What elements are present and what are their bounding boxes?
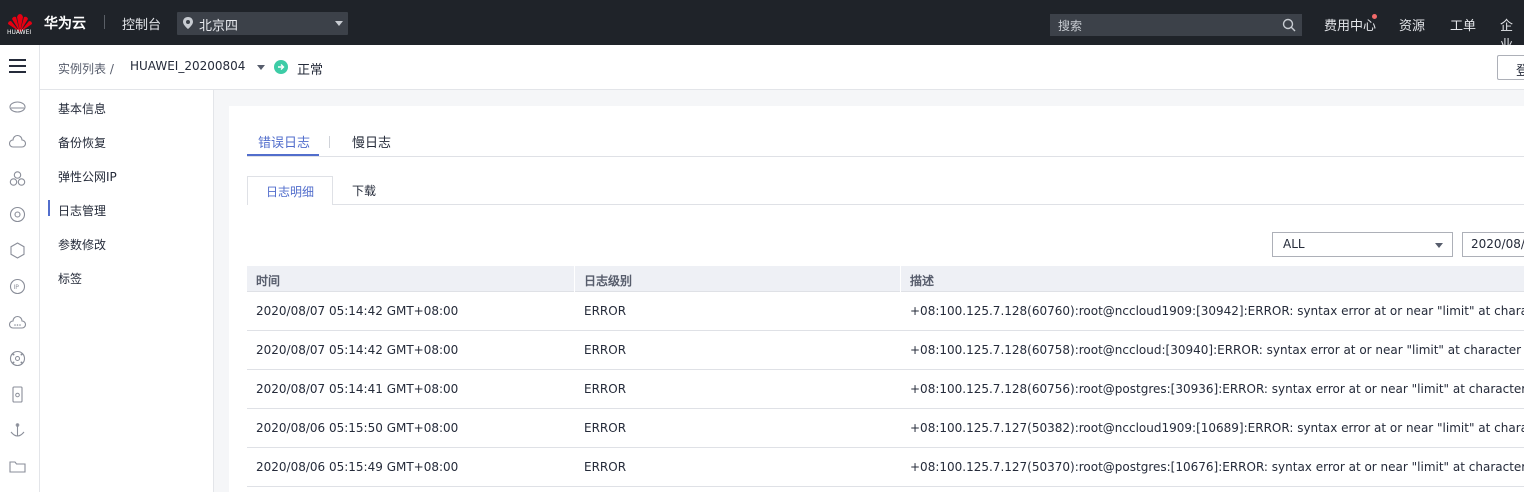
cell-level: ERROR [584,460,627,474]
cloud-dots-icon[interactable] [9,314,26,331]
status-ok-icon [274,60,288,74]
hexagon-icon[interactable] [9,242,26,259]
cell-time: 2020/08/06 05:15:49 GMT+08:00 [256,460,459,474]
cloud-icon[interactable] [9,134,26,151]
divider [104,15,105,29]
menu-item-parameters[interactable]: 参数修改 [58,236,106,253]
cell-time: 2020/08/07 05:14:42 GMT+08:00 [256,304,459,318]
cloud-storage-icon[interactable] [9,98,26,115]
network-icon[interactable] [9,350,26,367]
search-input[interactable]: 搜索 [1050,14,1302,36]
column-divider [900,266,901,292]
folder-icon[interactable] [9,458,26,475]
cluster-icon[interactable] [9,170,26,187]
date-value: 2020/08/0 [1471,237,1524,251]
tab-error-log[interactable]: 错误日志 [258,132,310,151]
eye-icon[interactable] [9,206,26,223]
instance-menu: 基本信息 备份恢复 弹性公网IP 日志管理 参数修改 标签 [40,90,214,492]
location-pin-icon [183,17,193,29]
cell-time: 2020/08/06 05:15:50 GMT+08:00 [256,421,459,435]
device-icon[interactable] [9,386,26,403]
cell-time: 2020/08/07 05:14:42 GMT+08:00 [256,343,459,357]
cell-description: +08:100.125.7.128(60758):root@nccloud:[3… [910,343,1524,357]
nav-billing[interactable]: 费用中心 [1324,15,1376,34]
column-divider [574,266,575,292]
search-icon[interactable] [1282,18,1296,32]
instance-status: 正常 [297,63,324,78]
nav-tickets[interactable]: 工单 [1450,15,1476,34]
cell-level: ERROR [584,304,627,318]
cell-description: +08:100.125.7.127(50382):root@nccloud190… [910,421,1524,435]
cell-description: +08:100.125.7.127(50370):root@postgres:[… [910,460,1524,474]
logo-text: HUAWEI [7,29,32,36]
service-icon-rail: IP [0,45,40,492]
date-range-input[interactable]: 2020/08/0 [1462,232,1524,257]
cell-description: +08:100.125.7.128(60760):root@nccloud190… [910,304,1524,318]
instance-switch-chevron-icon[interactable] [257,65,265,70]
menu-item-eip[interactable]: 弹性公网IP [58,168,117,185]
brand-name[interactable]: 华为云 [44,13,86,33]
active-indicator [48,200,50,216]
cell-level: ERROR [584,382,627,396]
login-button-label: 登 [1516,64,1524,79]
chevron-down-icon [335,21,343,26]
cell-time: 2020/08/07 05:14:41 GMT+08:00 [256,382,459,396]
region-value: 北京四 [199,19,239,34]
menu-icon[interactable] [9,59,26,73]
table-row: 2020/08/06 05:15:50 GMT+08:00 ERROR +08:… [247,409,1524,448]
breadcrumb: 实例列表 / HUAWEI_20200804 正常 登 [40,45,1524,90]
cell-level: ERROR [584,343,627,357]
anchor-icon[interactable] [9,422,26,439]
tab-divider [329,136,330,148]
svg-text:IP: IP [14,284,20,291]
table-row: 2020/08/07 05:14:42 GMT+08:00 ERROR +08:… [247,292,1524,331]
table-header: 时间 日志级别 描述 [247,266,1524,292]
subtabs-baseline [333,204,1524,205]
main-content: 错误日志 慢日志 日志明细 下载 ALL 2020/08/0 时间 日志级别 描… [229,106,1524,492]
table-row: 2020/08/07 05:14:41 GMT+08:00 ERROR +08:… [247,370,1524,409]
menu-item-basic-info[interactable]: 基本信息 [58,100,106,117]
cell-level: ERROR [584,421,627,435]
menu-item-log-management[interactable]: 日志管理 [58,202,106,219]
ip-icon[interactable]: IP [9,278,26,295]
login-button[interactable]: 登 [1497,55,1524,80]
column-header-description: 描述 [910,274,935,288]
column-header-level: 日志级别 [584,274,633,288]
chevron-down-icon [1435,243,1443,248]
tabs-baseline [247,156,1524,157]
menu-item-tags[interactable]: 标签 [58,270,82,287]
table-row: 2020/08/06 05:15:49 GMT+08:00 ERROR +08:… [247,448,1524,487]
instance-name: HUAWEI_20200804 [130,59,246,73]
menu-item-backup[interactable]: 备份恢复 [58,134,106,151]
tab-download[interactable]: 下载 [352,182,376,199]
search-placeholder: 搜索 [1058,19,1083,33]
cell-description: +08:100.125.7.128(60756):root@postgres:[… [910,382,1524,396]
nav-resources[interactable]: 资源 [1399,15,1425,34]
column-header-time: 时间 [256,274,281,288]
tab-log-details[interactable]: 日志明细 [247,176,333,205]
console-link[interactable]: 控制台 [122,14,161,33]
tab-log-details-label: 日志明细 [266,185,315,199]
breadcrumb-parent[interactable]: 实例列表 / [58,60,114,77]
region-selector[interactable]: 北京四 [177,12,348,35]
notification-dot [1372,14,1377,19]
table-row: 2020/08/07 05:14:42 GMT+08:00 ERROR +08:… [247,331,1524,370]
log-level-select[interactable]: ALL [1272,232,1453,257]
log-level-value: ALL [1283,237,1305,251]
top-navigation-bar: HUAWEI 华为云 控制台 北京四 搜索 费用中心 资源 工单 企业 [0,0,1524,53]
tab-slow-log[interactable]: 慢日志 [352,132,391,151]
